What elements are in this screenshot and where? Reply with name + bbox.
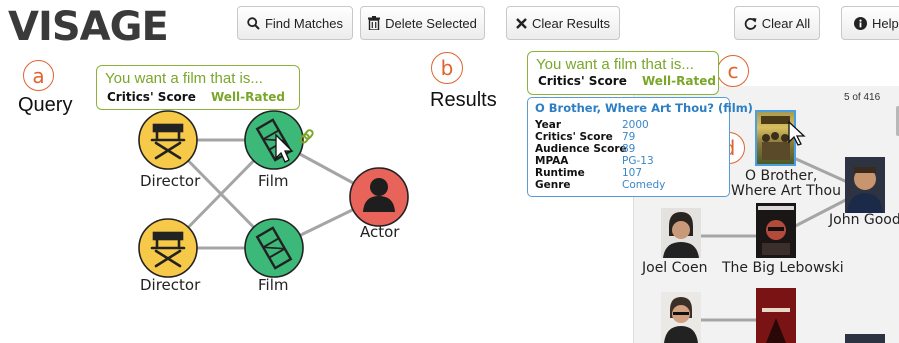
film-title-line-2: Where Art Thou: [731, 183, 841, 199]
info-key-year: Year: [535, 119, 562, 131]
director-label-2: Director: [140, 276, 201, 294]
film-title-lebowski: The Big Lebowski: [722, 260, 844, 276]
results-constraint-title: You want a film that is...: [536, 56, 694, 73]
info-value-year: 2000: [622, 119, 649, 131]
info-key-runtime: Runtime: [535, 167, 585, 179]
director-node-2[interactable]: [138, 218, 198, 278]
film-info-card: O Brother, Where Art Thou? (film) Year 2…: [527, 97, 753, 197]
film-node-1[interactable]: [244, 110, 304, 170]
info-key-critics-score: Critics' Score: [535, 131, 613, 143]
results-constraint-value: Well-Rated: [642, 74, 716, 88]
poster-art: [758, 206, 794, 255]
person-name-coen: Joel Coen: [642, 260, 708, 276]
results-section-label: Results: [430, 89, 497, 111]
info-key-genre: Genre: [535, 179, 571, 191]
person-photo: [664, 297, 698, 343]
film-node-2[interactable]: [244, 218, 304, 278]
annotation-b: b: [431, 52, 463, 84]
info-value-mpaa: PG-13: [622, 155, 654, 167]
poster-goodman-2[interactable]: [845, 334, 885, 343]
results-constraint-box[interactable]: You want a film that is... Critics' Scor…: [527, 51, 719, 95]
poster-john-goodman[interactable]: [845, 157, 885, 213]
actor-node[interactable]: [349, 167, 409, 227]
film-label-2: Film: [258, 276, 289, 294]
info-value-genre: Comedy: [622, 179, 666, 191]
poster-joel-coen[interactable]: [661, 208, 701, 258]
query-section-label: Query: [18, 94, 73, 116]
poster-art: [756, 288, 796, 343]
film-label-1: Film: [258, 172, 289, 190]
director-label-1: Director: [140, 172, 201, 190]
poster-blood-simple[interactable]: [756, 288, 796, 343]
query-constraint-key: Critics' Score: [107, 90, 196, 104]
annotation-a: a: [23, 60, 54, 91]
query-constraint-value: Well-Rated: [211, 90, 285, 104]
annotation-c: c: [717, 55, 749, 87]
poster-big-lebowski[interactable]: [756, 203, 796, 258]
person-photo: [847, 167, 883, 213]
query-constraint-box[interactable]: You want a film that is... Critics' Scor…: [96, 65, 300, 110]
info-value-critics-score: 79: [622, 131, 636, 143]
query-constraint-title: You want a film that is...: [105, 70, 263, 87]
info-value-runtime: 107: [622, 167, 643, 179]
person-name-goodman: John Goodı: [829, 212, 899, 228]
actor-label: Actor: [360, 223, 400, 241]
info-card-title: O Brother, Where Art Thou? (film): [535, 101, 753, 115]
film-title-line-1: O Brother,: [745, 168, 818, 184]
info-key-audience-score: Audience Score: [535, 143, 627, 155]
poster-coen-2[interactable]: [661, 292, 701, 343]
person-photo: [663, 212, 699, 258]
mouse-cursor-icon: [788, 120, 806, 146]
results-constraint-key: Critics' Score: [538, 74, 627, 88]
info-key-mpaa: MPAA: [535, 155, 569, 167]
info-value-audience-score: 89: [622, 143, 636, 155]
director-node-1[interactable]: [138, 110, 198, 170]
